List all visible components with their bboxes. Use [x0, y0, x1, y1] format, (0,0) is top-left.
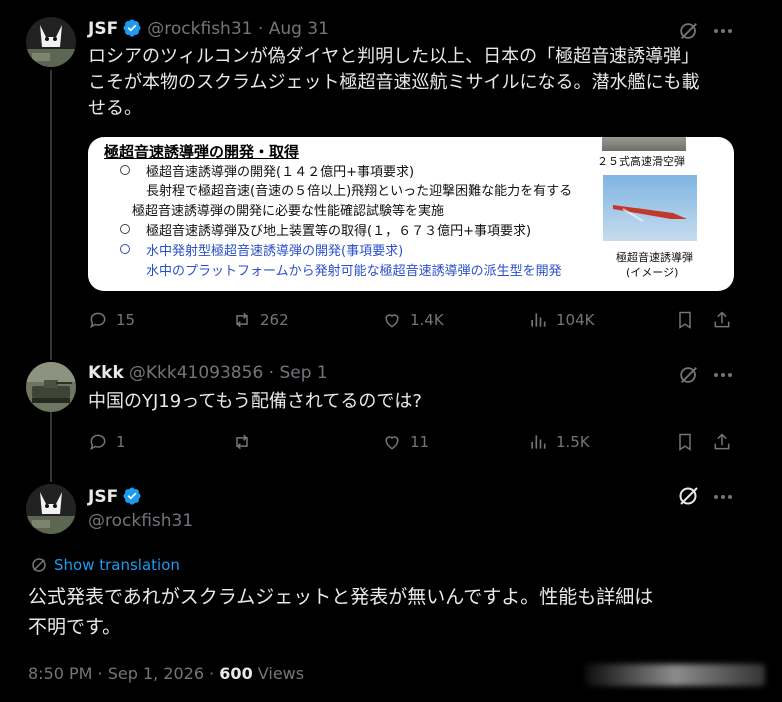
tweet-text-line: せる。 — [88, 98, 142, 119]
image-caption: 極超音速誘導弾 — [616, 251, 693, 264]
bullet-icon — [120, 224, 130, 234]
tweet-text-line: 公式発表であれがスクラムジェットと発表が無いんですよ。性能も詳細は — [28, 586, 654, 608]
like-count: 1.4K — [410, 311, 444, 329]
image-line: 極超音速誘導弾の開発に必要な性能確認試験等を実施 — [132, 204, 445, 219]
grok-icon[interactable] — [678, 20, 700, 42]
separator: · — [263, 363, 280, 383]
views-count: 600 — [219, 664, 253, 683]
watermark — [585, 664, 765, 686]
author-handle[interactable]: @rockfish31 — [88, 511, 193, 531]
author-handle[interactable]: @Kkk41093856 — [129, 363, 263, 383]
reply-count: 1 — [116, 433, 126, 451]
verified-icon — [123, 19, 141, 37]
repost-button[interactable]: 262 — [232, 310, 289, 330]
image-title: 極超音速誘導弾の開発・取得 — [104, 143, 300, 161]
separator: · — [252, 19, 269, 39]
repost-button[interactable] — [232, 432, 252, 452]
tweet-text-line: こそが本物のスクラムジェット極超音速巡航ミサイルになる。潜水艦にも載 — [88, 72, 700, 93]
grok-icon[interactable] — [677, 484, 701, 508]
tweet-header: JSF @rockfish31 · Aug 31 — [88, 18, 329, 39]
tweet-image[interactable]: 極超音速誘導弾の開発・取得 極超音速誘導弾の開発(１４２億円+事項要求) 長射程… — [88, 137, 734, 291]
author-block: JSF @rockfish31 — [88, 486, 193, 531]
more-icon[interactable] — [712, 488, 734, 506]
tweet-text-line: 不明です。 — [28, 616, 122, 638]
tweet-date[interactable]: Sep 1 — [279, 363, 327, 383]
image-line: 極超音速誘導弾の開発(１４２億円+事項要求) — [146, 165, 415, 180]
views-label: Views — [252, 664, 305, 683]
missile-illustration — [603, 175, 697, 241]
image-caption: (イメージ) — [626, 266, 679, 279]
repost-icon — [236, 312, 248, 328]
author-handle[interactable]: @rockfish31 — [147, 19, 252, 39]
tweet-text-line: ロシアのツィルコンが偽ダイヤと判明した以上、日本の「極超音速誘導弾」 — [88, 46, 700, 67]
avatar[interactable] — [26, 484, 76, 534]
tweet-text: ロシアのツィルコンが偽ダイヤと判明した以上、日本の「極超音速誘導弾」 こそが本物… — [88, 44, 758, 122]
reply-icon — [90, 434, 106, 451]
grok-icon[interactable] — [678, 364, 700, 386]
tweet-date[interactable]: Aug 31 — [269, 19, 329, 39]
avatar[interactable] — [26, 362, 76, 412]
bullet-icon — [120, 244, 130, 254]
bookmark-icon[interactable] — [675, 310, 695, 330]
verified-icon — [123, 487, 141, 505]
like-icon — [385, 436, 399, 450]
more-icon[interactable] — [712, 366, 734, 384]
views-button[interactable]: 1.5K — [528, 432, 590, 452]
avatar[interactable] — [26, 17, 76, 67]
author-name[interactable]: Kkk — [88, 363, 124, 383]
timestamp-text: 8:50 PM · Sep 1, 2026 · — [28, 664, 220, 683]
image-line: 極超音速誘導弾及び地上装置等の取得(１，６７３億円+事項要求) — [146, 224, 532, 239]
show-translation-link[interactable]: Show translation — [30, 556, 180, 574]
more-icon[interactable] — [712, 22, 734, 40]
bookmark-icon[interactable] — [675, 432, 695, 452]
tweet-text: 公式発表であれがスクラムジェットと発表が無いんですよ。性能も詳細は 不明です。 — [28, 582, 768, 642]
share-icon[interactable] — [712, 432, 732, 452]
views-icon — [531, 435, 546, 449]
glide-vehicle-photo — [602, 137, 686, 151]
like-icon — [385, 314, 399, 328]
bullet-icon — [120, 165, 130, 175]
image-line: 水中のプラットフォームから発射可能な極超音速誘導弾の派生型を開発 — [146, 264, 562, 279]
image-line: 長射程で極超音速(音速の５倍以上)飛翔といった迎撃困難な能力を有する — [146, 184, 573, 199]
tweet-header: Kkk @Kkk41093856 · Sep 1 — [88, 363, 328, 383]
image-line: 水中発射型極超音速誘導弾の開発(事項要求) — [146, 244, 404, 259]
author-name[interactable]: JSF — [88, 19, 118, 39]
image-caption: ２５式高速滑空弾 — [597, 155, 685, 168]
repost-icon — [236, 434, 248, 450]
author-name[interactable]: JSF — [88, 487, 118, 507]
like-button[interactable]: 1.4K — [382, 310, 444, 330]
repost-count: 262 — [260, 311, 289, 329]
views-button[interactable]: 104K — [528, 310, 594, 330]
reply-icon — [90, 312, 106, 329]
translate-icon — [32, 558, 46, 572]
thread-line — [50, 70, 52, 360]
views-count: 1.5K — [556, 433, 590, 451]
tweet-text: 中国のYJ19ってもう配備されてるのでは? — [88, 391, 422, 412]
reply-button[interactable]: 15 — [88, 310, 135, 330]
views-icon — [531, 313, 546, 327]
share-icon[interactable] — [712, 310, 732, 330]
views-count: 104K — [556, 311, 595, 329]
like-button[interactable]: 11 — [382, 432, 429, 452]
show-translation-label: Show translation — [54, 556, 180, 574]
tweet-timestamp[interactable]: 8:50 PM · Sep 1, 2026 · 600 Views — [28, 664, 304, 683]
thread-line — [50, 412, 52, 482]
reply-button[interactable]: 1 — [88, 432, 126, 452]
reply-count: 15 — [116, 311, 136, 329]
like-count: 11 — [410, 433, 430, 451]
